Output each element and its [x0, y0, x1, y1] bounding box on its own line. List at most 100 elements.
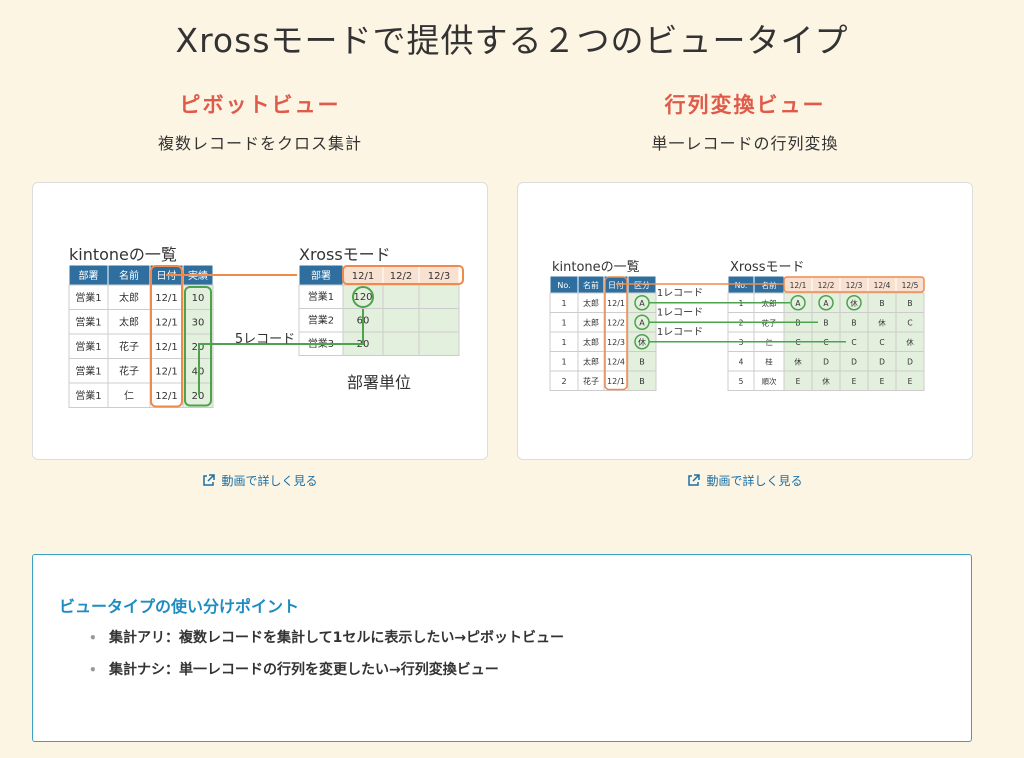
xross-cell-text: C — [851, 338, 856, 347]
xross-cell-text: A — [823, 299, 829, 308]
table-cell-text: 12/1 — [155, 367, 177, 378]
table-cell-text: 12/1 — [155, 318, 177, 329]
xross-cell-text: 4 — [739, 358, 744, 367]
matrix-view-title: 行列変換ビュー — [664, 93, 826, 117]
xross-header-label: 12/1 — [790, 281, 807, 290]
matrix-view-video-link[interactable]: 動画で詳しく見る — [517, 472, 973, 490]
table-cell-text: 12/1 — [155, 342, 177, 353]
xross-cell-text: B — [823, 319, 828, 328]
table-header-label: No. — [557, 281, 570, 290]
matrix-view-subtitle: 単一レコードの行列変換 — [651, 134, 839, 153]
table-cell-text: 花子 — [583, 376, 599, 386]
xross-cell-text: 休 — [794, 357, 802, 367]
xross-cell-text: 営業2 — [308, 314, 334, 327]
xross-cell — [382, 331, 420, 356]
xross-cell — [382, 308, 420, 333]
xross-cell-text: 順次 — [762, 376, 777, 386]
matrix-view-diagram: kintoneの一覧No. 名前 日付 区分1 太郎 12/1 A1 太郎 12/2 A1 太郎 12… — [549, 259, 925, 391]
table-header-label: 名前 — [583, 280, 599, 290]
table-cell-text: 1 — [561, 299, 566, 308]
xross-cell — [418, 284, 460, 309]
table-cell-text: 太郎 — [583, 298, 599, 308]
xross-cell-text: D — [851, 358, 857, 367]
table-cell-text: 花子 — [119, 365, 139, 378]
page-title: Xrossモードで提供する２つのビュータイプ — [175, 21, 849, 60]
table-cell-text: A — [639, 319, 645, 328]
xross-cell-text: D — [879, 358, 885, 367]
xross-cell-text: C — [907, 319, 912, 328]
table-cell-text: 営業1 — [75, 291, 101, 304]
table-cell-text: 12/3 — [607, 338, 625, 347]
external-link-icon — [687, 474, 701, 490]
table-cell-text: 太郎 — [583, 337, 599, 347]
xross-header-label: 12/5 — [902, 281, 919, 290]
usage-point-text: 集計ナシ：単一レコードの行列を変更したい→行列変換ビュー — [109, 662, 499, 678]
bullet-icon: • — [89, 663, 97, 677]
table-cell-text: 太郎 — [119, 291, 139, 304]
xross-header-label: 部署 — [311, 269, 331, 282]
table-header-label: 日付 — [608, 280, 624, 290]
xross-cell — [418, 308, 460, 333]
pivot-view-section: ピボットビュー 複数レコードをクロス集計 kintoneの一覧 部署 名前 日付 実績営… — [32, 90, 488, 488]
xross-cell-text: 営業1 — [308, 290, 334, 303]
record-label: 1レコード — [657, 308, 703, 319]
table-cell-text: 営業1 — [75, 365, 101, 378]
record-count-label: 5レコード — [235, 332, 295, 347]
xross-cell-text: E — [796, 377, 801, 386]
xross-header-label: 12/1 — [352, 271, 374, 282]
pivot-view-diagram: kintoneの一覧部署 名前 日付 実績営業1 太郎 12/1 10営業1 太郎 12/1 30… — [68, 245, 464, 408]
record-label: 1レコード — [657, 327, 703, 338]
table-cell-text: A — [639, 299, 645, 308]
table-cell-text: 太郎 — [119, 316, 139, 329]
table-cell-text: 花子 — [119, 340, 139, 353]
table-header-label: 区分 — [634, 281, 650, 290]
xross-header-label: 12/4 — [874, 281, 891, 290]
table-cell-text: 1 — [561, 338, 566, 347]
pivot-view-diagram-card: kintoneの一覧 部署 名前 日付 実績 営業1 太郎 12/1 10 営業1 太郎 12/1 30… — [32, 182, 488, 460]
xross-cell-text: D — [907, 358, 913, 367]
xross-title: Xrossモード — [299, 245, 391, 264]
table-cell-text: 30 — [192, 318, 205, 329]
table-cell-text: 1 — [561, 358, 566, 367]
table-cell-text: 営業1 — [75, 389, 101, 402]
bullet-icon: • — [89, 631, 97, 645]
pivot-view-video-link-label: 動画で詳しく見る — [221, 474, 318, 488]
xross-cell-text: B — [851, 319, 856, 328]
record-label: 1レコード — [657, 288, 703, 299]
xross-header-label: 12/3 — [846, 281, 863, 290]
matrix-view-diagram-card: kintoneの一覧 No. 名前 日付 区分 1 太郎 12/1 A 1 太郎 12/2 A 1 太郎 12… — [517, 182, 973, 460]
table-cell-text: 2 — [561, 377, 566, 386]
usage-points-box: ビュータイプの使い分けポイント • 集計アリ：複数レコードを集計して1セルに表示し… — [32, 554, 972, 742]
xross-header-label: 名前 — [762, 280, 777, 290]
table-cell-text: 営業1 — [75, 316, 101, 329]
table-cell-text: B — [639, 358, 645, 367]
xross-cell-text: 休 — [878, 318, 886, 328]
matrix-view-section: 行列変換ビュー 単一レコードの行列変換 kintoneの一覧 No. 名前 日付 区分 1… — [517, 90, 973, 488]
pivot-view-video-link[interactable]: 動画で詳しく見る — [32, 472, 488, 490]
pivot-view-title: ピボットビュー — [179, 93, 341, 117]
xross-cell-text: C — [879, 338, 884, 347]
pivot-view-subtitle: 複数レコードをクロス集計 — [157, 134, 362, 153]
matrix-view-video-link-label: 動画で詳しく見る — [706, 474, 803, 488]
xross-cell-text: A — [795, 299, 801, 308]
table-cell-text: 1 — [561, 319, 566, 328]
xross-cell — [418, 331, 460, 356]
table-cell-text: B — [639, 377, 645, 386]
xross-cell-text: E — [852, 377, 857, 386]
table-cell-text: 仁 — [124, 390, 134, 402]
table-cell-text: 12/2 — [607, 319, 625, 328]
list-title: kintoneの一覧 — [69, 245, 177, 264]
xross-title: Xrossモード — [730, 260, 804, 275]
table-cell-text: 太郎 — [583, 357, 599, 367]
xross-header-label: 12/3 — [428, 271, 450, 282]
table-header-label: 名前 — [119, 269, 139, 282]
table-cell-text: 12/1 — [155, 293, 177, 304]
xross-cell-text: B — [879, 299, 884, 308]
xross-cell-text: 桂 — [765, 357, 773, 367]
table-cell-text: 休 — [638, 337, 646, 347]
xross-cell-text: E — [908, 377, 913, 386]
table-cell-text: 10 — [192, 293, 205, 304]
xross-header-label: 12/2 — [390, 271, 412, 282]
usage-point-text: 集計アリ：複数レコードを集計して1セルに表示したい→ピボットビュー — [109, 630, 565, 646]
xross-header-label: 12/2 — [818, 281, 835, 290]
